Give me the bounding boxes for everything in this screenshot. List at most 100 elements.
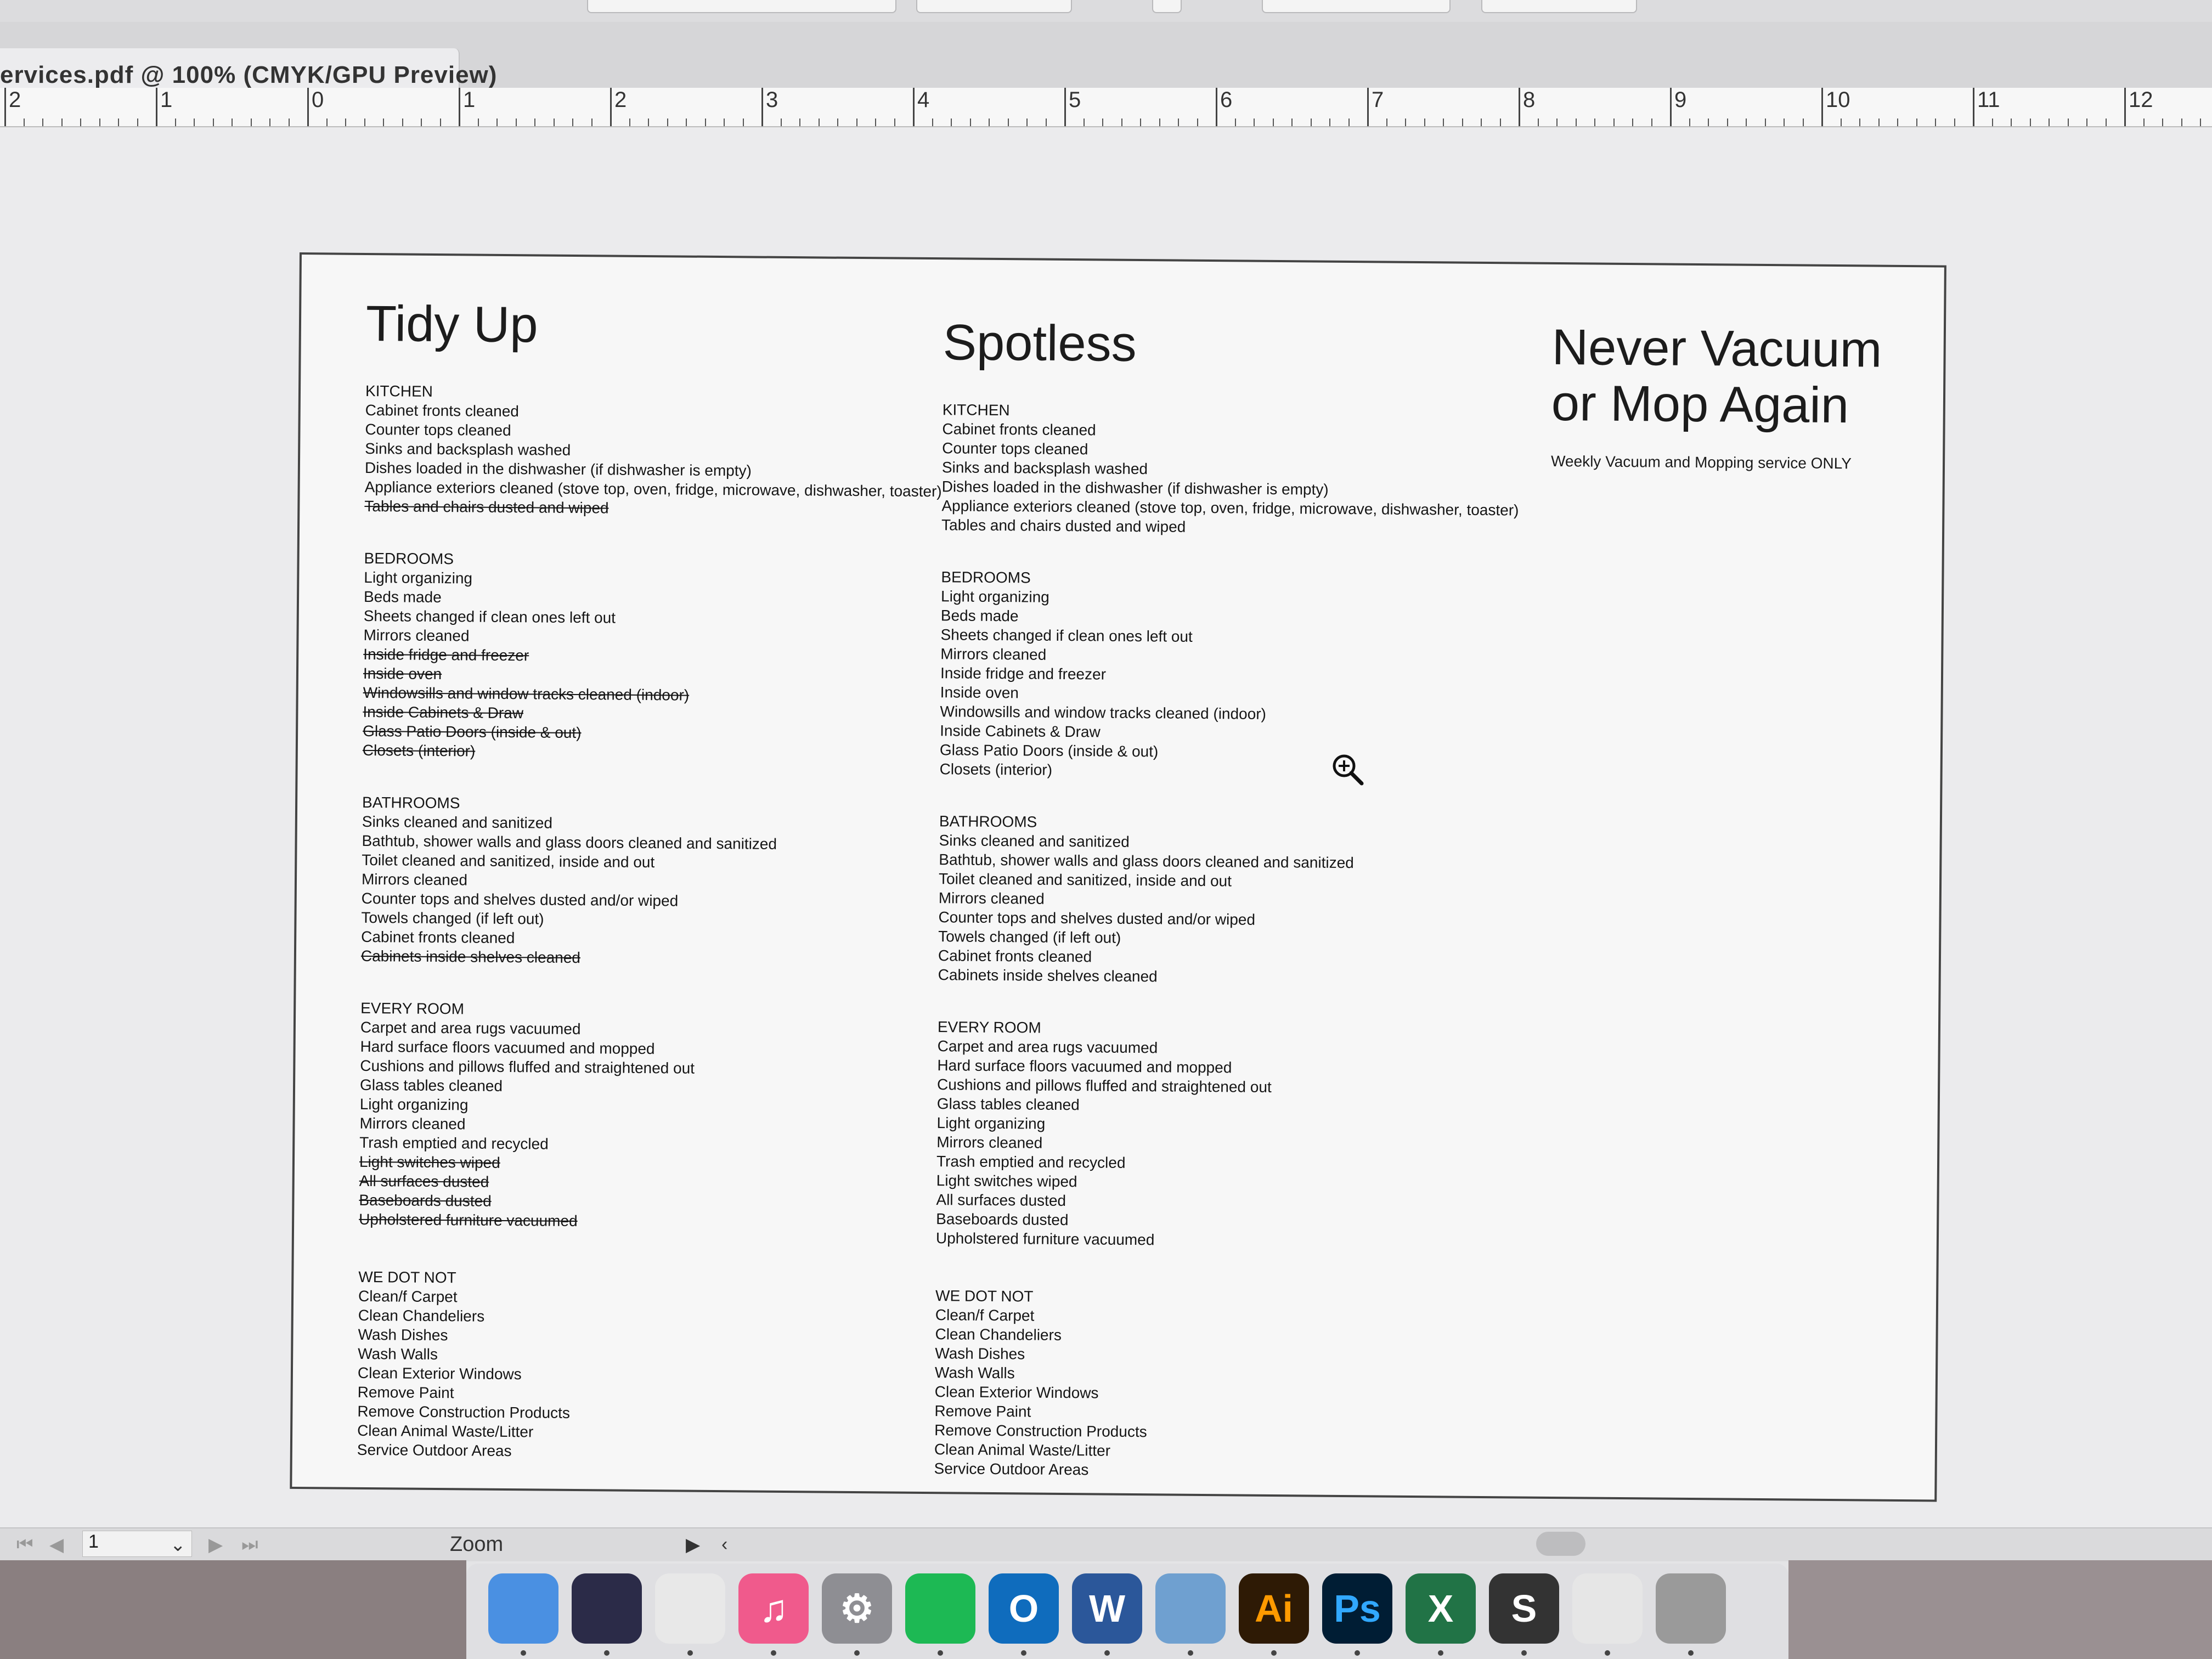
ruler-minor-tick (1556, 119, 1558, 126)
page-dropdown-chevron-icon[interactable]: ⌄ (170, 1534, 186, 1556)
preview-icon[interactable] (1155, 1573, 1226, 1644)
ruler-minor-tick (1784, 119, 1785, 126)
scroll-left-icon[interactable]: ‹ (721, 1534, 727, 1555)
ruler-minor-tick (2181, 119, 2182, 126)
ruler-minor-tick (1935, 119, 1936, 126)
ruler-minor-tick (704, 119, 706, 126)
ruler-minor-tick (1386, 119, 1387, 126)
running-indicator (1188, 1650, 1193, 1656)
ruler-minor-tick (1954, 119, 1955, 126)
ruler-minor-tick (345, 119, 346, 126)
ruler-label: 2 (9, 88, 21, 112)
ruler-minor-tick (2200, 119, 2201, 126)
zoom-in-cursor-icon (1333, 754, 1364, 786)
document-setup-button[interactable] (1262, 0, 1451, 13)
siri-icon[interactable] (572, 1573, 642, 1644)
preferences-button[interactable] (1481, 0, 1637, 13)
first-page-icon[interactable]: ⏮ (16, 1534, 33, 1555)
ruler-minor-tick (1462, 119, 1463, 126)
toolbar-button[interactable] (1152, 0, 1182, 13)
running-indicator (521, 1650, 526, 1656)
ruler-label: 12 (2129, 88, 2153, 112)
ruler-major-tick (459, 88, 460, 126)
horizontal-ruler[interactable]: 2 1 0 1 2 3 4 5 6 7 8 9 10 11 12 (0, 88, 2212, 127)
ruler-minor-tick (1764, 119, 1766, 126)
ruler-minor-tick (2049, 119, 2050, 126)
section-we-do-not: WE DOT NOT Clean/f Carpet Clean Chandelier… (934, 1286, 1513, 1483)
ruler-minor-tick (1802, 119, 1804, 126)
running-indicator (604, 1650, 610, 1656)
ruler-major-tick (761, 88, 763, 126)
ruler-minor-tick (875, 119, 876, 126)
checklist-item: Closets (interior) (362, 742, 476, 760)
zoom-label[interactable]: Zoom (450, 1533, 503, 1556)
ruler-minor-tick (1499, 119, 1501, 126)
running-indicator (1438, 1650, 1443, 1656)
ruler-minor-tick (2105, 119, 2107, 126)
never-vacuum-title-line2: or Mop Again (1551, 375, 1849, 434)
never-vacuum-column: Never Vacuum or Mop Again Weekly Vacuum … (1551, 317, 1882, 472)
photoshop-icon[interactable]: Ps (1322, 1573, 1392, 1644)
ruler-minor-tick (1424, 119, 1425, 126)
itunes-icon[interactable]: ♫ (738, 1573, 809, 1644)
ruler-major-tick (610, 88, 612, 126)
ruler-minor-tick (894, 119, 895, 126)
ruler-minor-tick (1121, 119, 1122, 126)
ruler-minor-tick (174, 119, 176, 126)
section-kitchen: KITCHEN Cabinet fronts cleaned Counter top… (364, 381, 943, 520)
outlook-window-icon[interactable] (1572, 1573, 1643, 1644)
toolbar-button[interactable] (916, 0, 1072, 13)
ruler-minor-tick (232, 119, 233, 126)
finder-icon[interactable] (488, 1573, 558, 1644)
ruler-label: 2 (614, 88, 627, 112)
ruler-minor-tick (686, 119, 687, 126)
next-page-icon[interactable]: ▶ (208, 1534, 223, 1556)
ruler-minor-tick (724, 119, 725, 126)
ruler-minor-tick (1272, 119, 1274, 126)
tidy-up-column: Tidy Up KITCHEN Cabinet fronts cleaned Cou… (357, 294, 944, 1464)
trash-icon[interactable] (1656, 1573, 1726, 1644)
section-every-room: EVERY ROOM Carpet and area rugs vacuumed H… (936, 1018, 1515, 1252)
ruler-minor-tick (989, 119, 990, 126)
ruler-minor-tick (2067, 119, 2069, 126)
ruler-label: 5 (1069, 88, 1081, 112)
ruler-label: 7 (1372, 88, 1384, 112)
ruler-minor-tick (402, 119, 403, 126)
chrome-icon[interactable] (655, 1573, 725, 1644)
ruler-minor-tick (2011, 119, 2012, 126)
running-indicator (854, 1650, 860, 1656)
ruler-minor-tick (421, 119, 422, 126)
section-bedrooms: BEDROOMS Light organizing Beds made Sheets … (363, 549, 941, 764)
ruler-minor-tick (23, 119, 25, 126)
setapp-icon[interactable]: S (1489, 1573, 1559, 1644)
ruler-minor-tick (1746, 119, 1747, 126)
ruler-minor-tick (1632, 119, 1633, 126)
ruler-minor-tick (1329, 119, 1330, 126)
running-indicator (1271, 1650, 1277, 1656)
section-every-room: EVERY ROOM Carpet and area rugs vacuumed H… (359, 998, 938, 1233)
previous-page-icon[interactable]: ◀ (49, 1534, 64, 1556)
illustrator-icon[interactable]: Ai (1239, 1573, 1309, 1644)
ruler-minor-tick (572, 119, 573, 126)
word-icon[interactable]: W (1072, 1573, 1142, 1644)
checklist-item: Service Outdoor Areas (934, 1460, 1089, 1479)
running-indicator (687, 1650, 693, 1656)
outlook-icon[interactable]: O (989, 1573, 1059, 1644)
spotify-icon[interactable] (905, 1573, 975, 1644)
ruler-minor-tick (1840, 119, 1842, 126)
ruler-minor-tick (1348, 119, 1350, 126)
system-preferences-icon[interactable]: ⚙ (822, 1573, 892, 1644)
ruler-minor-tick (1689, 119, 1690, 126)
ruler-minor-tick (1197, 119, 1198, 126)
ruler-major-tick (4, 88, 6, 126)
horizontal-scrollbar-thumb[interactable] (1536, 1532, 1585, 1556)
ruler-minor-tick (269, 119, 270, 126)
zoom-menu-arrow-icon[interactable]: ▶ (686, 1534, 700, 1556)
ruler-minor-tick (1613, 119, 1615, 126)
ruler-minor-tick (212, 119, 214, 126)
last-page-icon[interactable]: ⏭ (241, 1534, 258, 1555)
ruler-minor-tick (2086, 119, 2087, 126)
toolbar-button[interactable] (587, 0, 896, 13)
section-kitchen: KITCHEN Cabinet fronts cleaned Counter top… (941, 400, 1520, 539)
excel-icon[interactable]: X (1406, 1573, 1476, 1644)
